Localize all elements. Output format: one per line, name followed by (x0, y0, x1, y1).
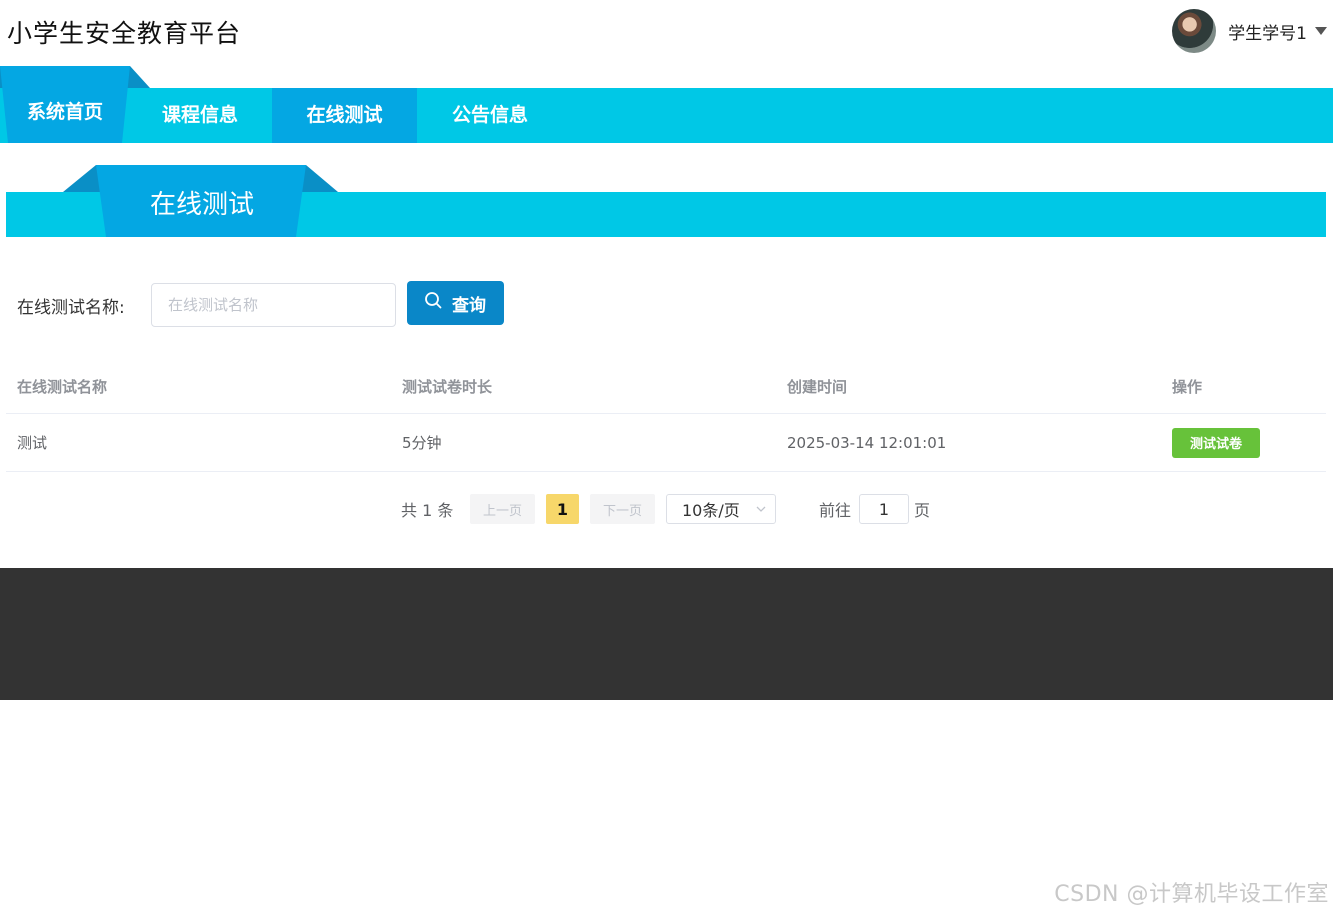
page-size-value: 10条/页 (682, 501, 740, 520)
user-menu[interactable]: 学生学号1 (1172, 9, 1327, 53)
top-bar: 小学生安全教育平台 学生学号1 (0, 0, 1333, 66)
watermark: CSDN @计算机毕设工作室 (1054, 882, 1329, 907)
nav-item-online-test[interactable]: 在线测试 (272, 88, 417, 143)
prev-page-button[interactable]: 上一页 (470, 494, 535, 524)
site-title: 小学生安全教育平台 (7, 19, 242, 48)
nav-item-notices[interactable]: 公告信息 (417, 88, 563, 143)
search-icon (425, 292, 442, 314)
goto-unit-label: 页 (914, 501, 931, 520)
test-table: 在线测试名称 测试试卷时长 创建时间 操作 测试 5分钟 2025-03-14 … (6, 360, 1326, 472)
pagination: 共 1 条 上一页 1 下一页 10条/页 前往 1 页 (0, 494, 1333, 524)
page-number-current[interactable]: 1 (546, 494, 579, 524)
pagination-total: 共 1 条 (401, 501, 454, 520)
page-title: 在线测试 (150, 190, 255, 220)
take-test-button[interactable]: 测试试卷 (1172, 427, 1260, 458)
cell-duration: 5分钟 (402, 434, 442, 452)
user-name[interactable]: 学生学号1 (1228, 19, 1307, 44)
caret-down-icon[interactable] (1315, 27, 1327, 35)
next-page-button[interactable]: 下一页 (590, 494, 655, 524)
column-header: 操作 (1172, 378, 1203, 396)
table-row: 测试 5分钟 2025-03-14 12:01:01 测试试卷 (6, 414, 1326, 472)
goto-label: 前往 (819, 501, 852, 520)
search-button[interactable]: 查询 (407, 281, 504, 325)
search-label: 在线测试名称: (17, 298, 125, 318)
nav-item-label[interactable]: 系统首页 (27, 97, 103, 124)
column-header: 创建时间 (787, 378, 848, 396)
column-header: 测试试卷时长 (402, 378, 493, 396)
footer (0, 568, 1333, 700)
search-input[interactable] (151, 283, 396, 327)
cell-created-time: 2025-03-14 12:01:01 (787, 433, 947, 452)
page-size-select[interactable]: 10条/页 (666, 494, 776, 524)
cell-test-name: 测试 (17, 434, 48, 452)
chevron-down-icon (756, 506, 766, 512)
cell-actions: 测试试卷 (1172, 414, 1260, 471)
table-header: 在线测试名称 测试试卷时长 创建时间 操作 (6, 360, 1326, 414)
avatar[interactable] (1172, 9, 1217, 53)
goto-page-input[interactable]: 1 (859, 494, 909, 524)
nav-item-courses[interactable]: 课程信息 (128, 88, 272, 143)
column-header: 在线测试名称 (17, 378, 108, 396)
search-button-label: 查询 (452, 295, 486, 315)
